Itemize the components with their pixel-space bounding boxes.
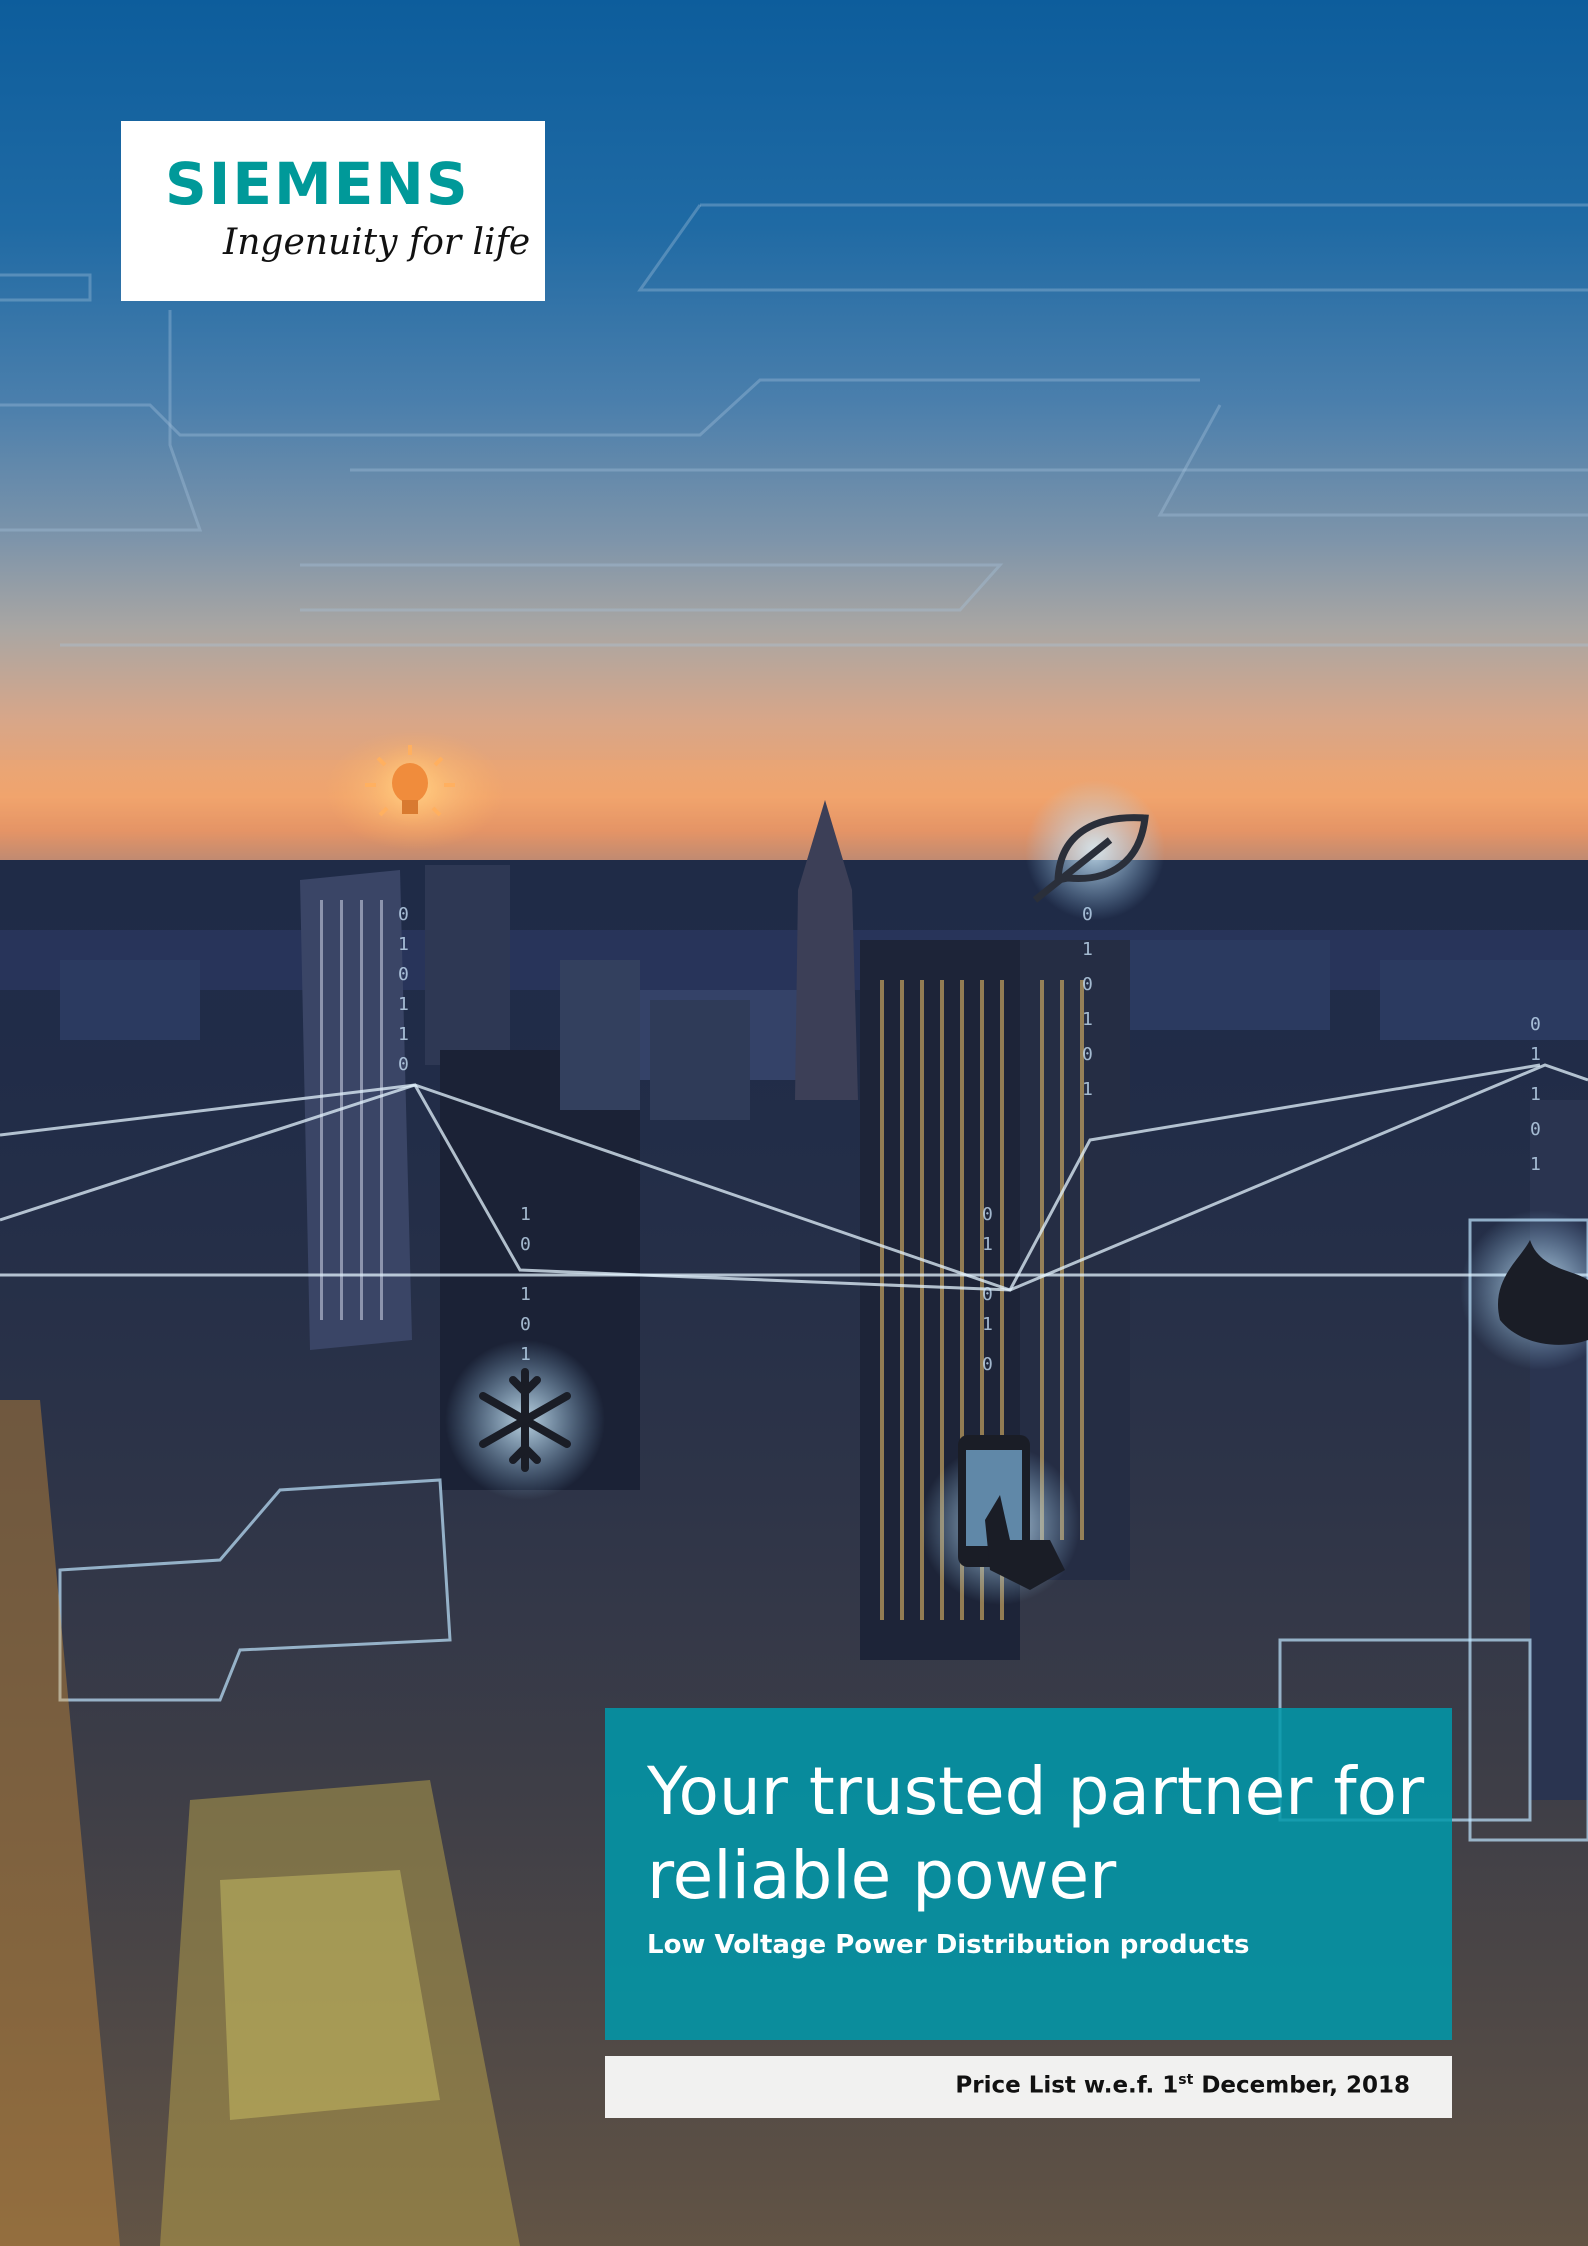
svg-text:1: 1	[1530, 1154, 1541, 1175]
svg-text:1: 1	[1082, 1009, 1093, 1030]
price-list-suffix: December, 2018	[1193, 2072, 1410, 2099]
svg-text:0: 0	[982, 1204, 993, 1225]
brand-wordmark: SIEMENS	[165, 150, 470, 218]
price-list-date: Price List w.e.f. 1st December, 2018	[955, 2072, 1410, 2099]
siemens-logo: SIEMENS Ingenuity for life	[121, 121, 545, 301]
svg-text:0: 0	[398, 1054, 409, 1075]
svg-text:1: 1	[520, 1284, 531, 1305]
svg-text:0: 0	[982, 1354, 993, 1375]
svg-text:0: 0	[398, 904, 409, 925]
svg-text:0: 0	[520, 1234, 531, 1255]
leaf-icon	[1025, 780, 1165, 920]
subheadline: Low Voltage Power Distribution products	[647, 1930, 1250, 1960]
svg-text:1: 1	[1530, 1044, 1541, 1065]
svg-text:1: 1	[1082, 1079, 1093, 1100]
svg-text:0: 0	[982, 1284, 993, 1305]
svg-text:0: 0	[520, 1314, 531, 1335]
svg-text:1: 1	[982, 1314, 993, 1335]
svg-text:0: 0	[398, 964, 409, 985]
svg-text:0: 0	[1082, 1044, 1093, 1065]
svg-text:1: 1	[398, 1024, 409, 1045]
svg-text:1: 1	[398, 934, 409, 955]
price-list-prefix: Price List w.e.f. 1	[955, 2072, 1179, 2099]
headline-panel: Your trusted partner for reliable power …	[605, 1708, 1452, 2040]
snowflake-icon	[445, 1340, 605, 1500]
svg-text:1: 1	[520, 1204, 531, 1225]
price-list-bar: Price List w.e.f. 1st December, 2018	[605, 2056, 1452, 2118]
svg-text:1: 1	[1082, 939, 1093, 960]
svg-text:1: 1	[398, 994, 409, 1015]
cover-page: 010 110 010 101 101 01 010 10 011 01	[0, 0, 1588, 2246]
brand-tagline: Ingenuity for life	[223, 222, 531, 263]
price-list-superscript: st	[1178, 2072, 1194, 2088]
svg-text:1: 1	[1530, 1084, 1541, 1105]
headline: Your trusted partner for reliable power	[647, 1753, 1425, 1914]
svg-text:0: 0	[1530, 1119, 1541, 1140]
svg-text:1: 1	[982, 1234, 993, 1255]
svg-text:0: 0	[1082, 974, 1093, 995]
svg-text:0: 0	[1530, 1014, 1541, 1035]
